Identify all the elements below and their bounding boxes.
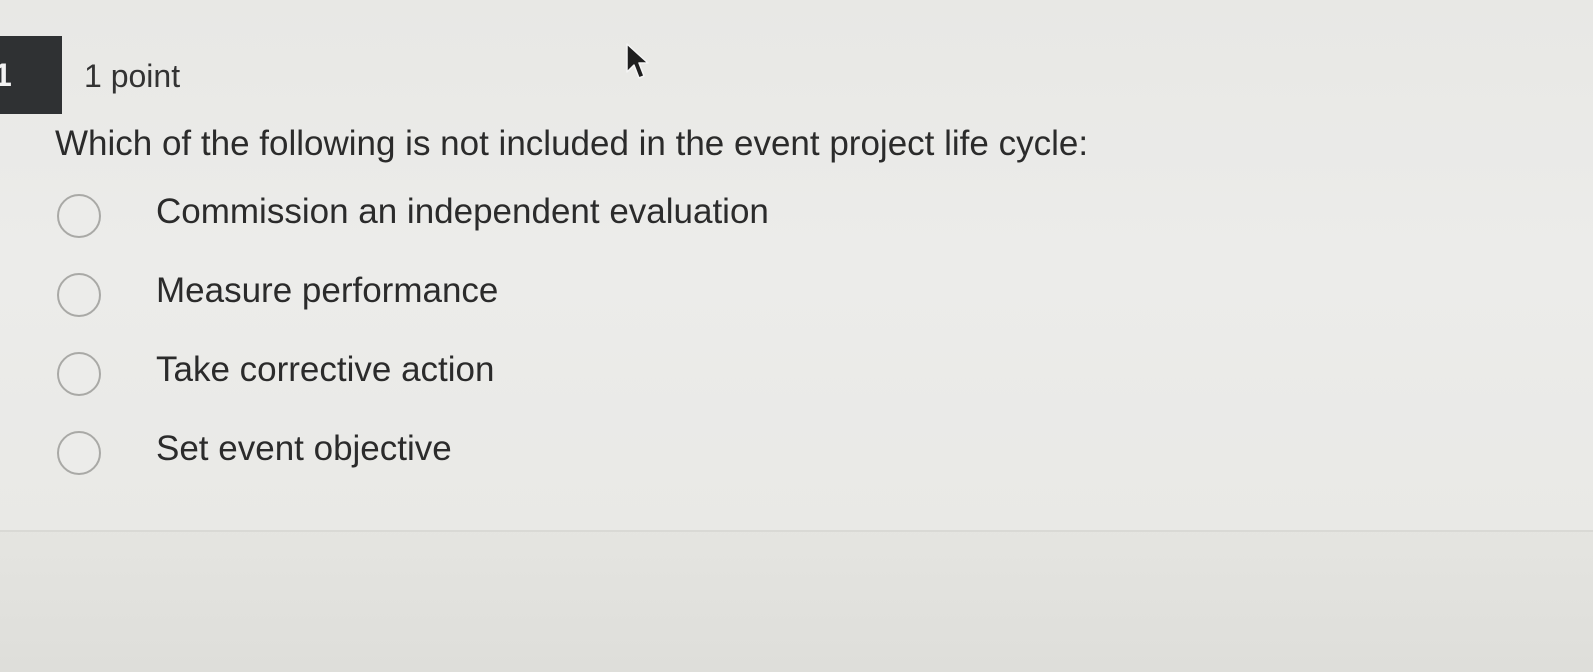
mouse-pointer-icon bbox=[626, 43, 649, 79]
radio-button-icon[interactable] bbox=[57, 194, 101, 238]
radio-button-icon[interactable] bbox=[57, 352, 101, 396]
radio-button-icon[interactable] bbox=[57, 431, 101, 475]
answer-option-label[interactable]: Measure performance bbox=[156, 269, 498, 313]
answer-option-label[interactable]: Take corrective action bbox=[156, 348, 494, 392]
question-prompt: Which of the following is not included i… bbox=[55, 124, 1089, 163]
answer-option-label[interactable]: Commission an independent evaluation bbox=[156, 190, 769, 234]
radio-button-icon[interactable] bbox=[57, 273, 101, 317]
answer-option-label[interactable]: Set event objective bbox=[156, 427, 452, 471]
question-number-badge: 1 bbox=[0, 36, 62, 114]
section-divider bbox=[0, 530, 1593, 532]
question-points: 1 point bbox=[84, 58, 181, 94]
quiz-page: 1 1 point Which of the following is not … bbox=[0, 0, 1593, 530]
